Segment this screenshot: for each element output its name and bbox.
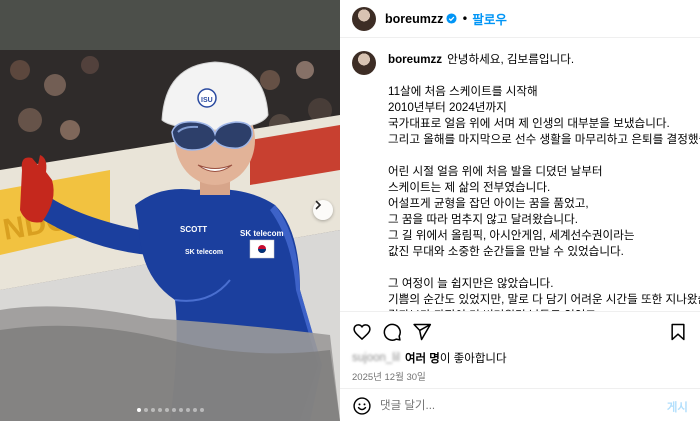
post-media[interactable]: NDO SCOTT SK telecom SK telecom ISU (0, 0, 340, 421)
caption-line: 어설프게 균형을 잡던 아이는 꿈을 품었고, (388, 197, 589, 210)
caption-line: 그 길 위에서 올림픽, 아시안게임, 세계선수권이라는 (388, 229, 635, 242)
caption-line: 그리고 올해를 마지막으로 선수 생활을 마무리하고 은퇴를 결정했습니 (388, 133, 700, 146)
carousel-dot (150, 408, 155, 412)
caption: boreumzz 안녕하세요, 김보름입니다. 11살에 처음 스케이트를 시작해… (388, 52, 700, 311)
caption-line (388, 260, 690, 276)
caption-greeting: 안녕하세요, 김보름입니다. (447, 53, 575, 66)
carousel-dot (185, 408, 190, 412)
emoji-icon[interactable] (352, 396, 372, 416)
action-bar (352, 322, 688, 342)
carousel-dot (164, 408, 169, 412)
athlete-photo: NDO SCOTT SK telecom SK telecom ISU (0, 0, 340, 421)
username-link[interactable]: boreumzz (385, 12, 443, 26)
suit-sponsor-text: SCOTT (180, 225, 207, 234)
heart-icon[interactable] (352, 322, 372, 342)
chevron-right-icon (315, 200, 322, 210)
verified-badge-icon (446, 13, 457, 24)
likes-count-link[interactable]: 여러 명 (405, 350, 440, 366)
likes-summary: sujoon_lil 여러 명이 좋아합니다 (352, 350, 507, 366)
caption-line: 스케이트는 제 삶의 전부였습니다. (388, 181, 551, 194)
caption-line: 값진 무대와 소중한 순간들을 만날 수 있었습니다. (388, 245, 624, 258)
carousel-dot (199, 408, 204, 412)
post-panel: boreumzz • 팔로우 boreumzz 안녕하세요, 김보름입니다. 11… (340, 0, 700, 421)
caption-line: 국가대표로 얼음 위에 서며 제 인생의 대부분을 보냈습니다. (388, 117, 670, 130)
caption-line: 2010년부터 2024년까지 (388, 101, 507, 114)
avatar[interactable] (352, 51, 376, 75)
caption-line: 그 꿈을 따라 멈추지 않고 달려왔습니다. (388, 213, 578, 226)
post-footer: sujoon_lil 여러 명이 좋아합니다 2025년 12월 30일 게시 (340, 311, 700, 421)
carousel-dot (157, 408, 162, 412)
helmet-logo: ISU (201, 97, 213, 104)
caption-line: 그 여정이 늘 쉽지만은 않았습니다. (388, 277, 554, 290)
carousel-dot (171, 408, 176, 412)
avatar[interactable] (352, 6, 376, 31)
next-image-button[interactable] (313, 200, 333, 220)
caption-username[interactable]: boreumzz (388, 53, 442, 66)
suit-sponsor-text: SK telecom (240, 229, 284, 238)
carousel-dot (178, 408, 183, 412)
follow-button[interactable]: 팔로우 (472, 9, 507, 28)
caption-line: 11살에 처음 스케이트를 시작해 (388, 85, 538, 98)
comment-bar: 게시 (340, 388, 700, 421)
share-icon[interactable] (412, 322, 432, 342)
bookmark-icon[interactable] (668, 322, 688, 342)
post-comment-button[interactable]: 게시 (667, 399, 688, 415)
carousel-dot (192, 408, 197, 412)
caption-line: 어린 시절 얼음 위에 처음 발을 디뎠던 날부터 (388, 165, 603, 178)
liked-by-user[interactable]: sujoon_lil (352, 352, 400, 364)
comment-icon[interactable] (382, 322, 402, 342)
post-header: boreumzz • 팔로우 (340, 0, 700, 38)
carousel-dot (136, 408, 141, 412)
suit-sponsor-text: SK telecom (185, 249, 223, 256)
likes-suffix: 이 좋아합니다 (439, 353, 507, 365)
comment-input[interactable] (380, 396, 630, 416)
post-date[interactable]: 2025년 12월 30일 (352, 369, 426, 383)
carousel-indicator (0, 408, 340, 412)
caption-body: 11살에 처음 스케이트를 시작해 2010년부터 2024년까지국가대표로 얼음… (388, 84, 700, 311)
separator-dot: • (461, 11, 469, 26)
caption-line: 기쁨의 순간도 있었지만, 말로 다 담기 어려운 시간들 또한 지나왔습니 (388, 293, 700, 306)
carousel-dot (143, 408, 148, 412)
caption-scroll-area[interactable]: boreumzz 안녕하세요, 김보름입니다. 11살에 처음 스케이트를 시작해… (340, 39, 700, 311)
caption-line (388, 148, 690, 164)
